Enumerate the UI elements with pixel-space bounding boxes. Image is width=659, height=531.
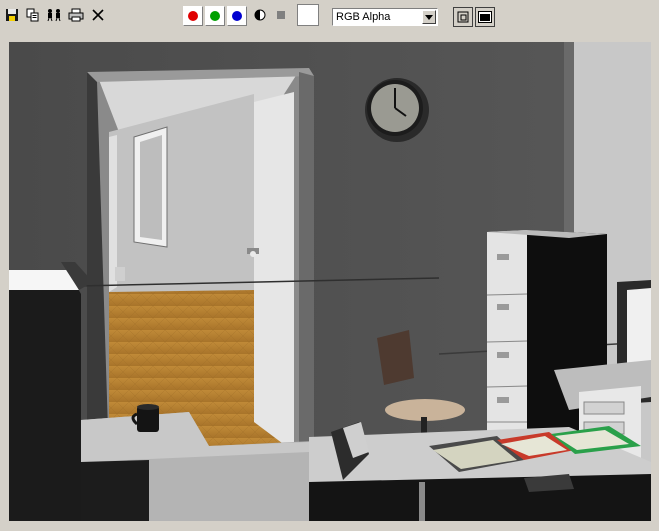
red-channel-button[interactable] xyxy=(183,6,203,26)
blue-channel-button[interactable] xyxy=(227,6,247,26)
display-monochrome-button[interactable] xyxy=(475,7,495,27)
render-toolbar: RGB Alpha xyxy=(0,0,659,34)
render-viewport[interactable] xyxy=(9,42,651,521)
green-dot-icon xyxy=(210,11,220,21)
red-dot-icon xyxy=(188,11,198,21)
clear-channel-icon[interactable] xyxy=(272,6,290,24)
green-channel-button[interactable] xyxy=(205,6,225,26)
display-alpha-button[interactable] xyxy=(453,7,473,27)
channel-dropdown-value: RGB Alpha xyxy=(336,11,391,23)
left-partition xyxy=(9,270,81,521)
print-icon[interactable] xyxy=(67,6,85,24)
rendered-office-scene xyxy=(9,42,651,521)
wall-clock xyxy=(365,78,429,142)
close-icon[interactable] xyxy=(89,6,107,24)
mono-channel-icon[interactable] xyxy=(251,6,269,24)
color-swatch[interactable] xyxy=(297,4,319,26)
channel-dropdown[interactable]: RGB Alpha xyxy=(332,8,438,26)
status-strip xyxy=(0,522,659,531)
copy-icon[interactable] xyxy=(24,6,42,24)
corridor-door xyxy=(254,92,294,452)
save-icon[interactable] xyxy=(3,6,21,24)
clone-icon[interactable] xyxy=(45,6,63,24)
blue-dot-icon xyxy=(232,11,242,21)
chevron-down-icon[interactable] xyxy=(422,10,436,24)
